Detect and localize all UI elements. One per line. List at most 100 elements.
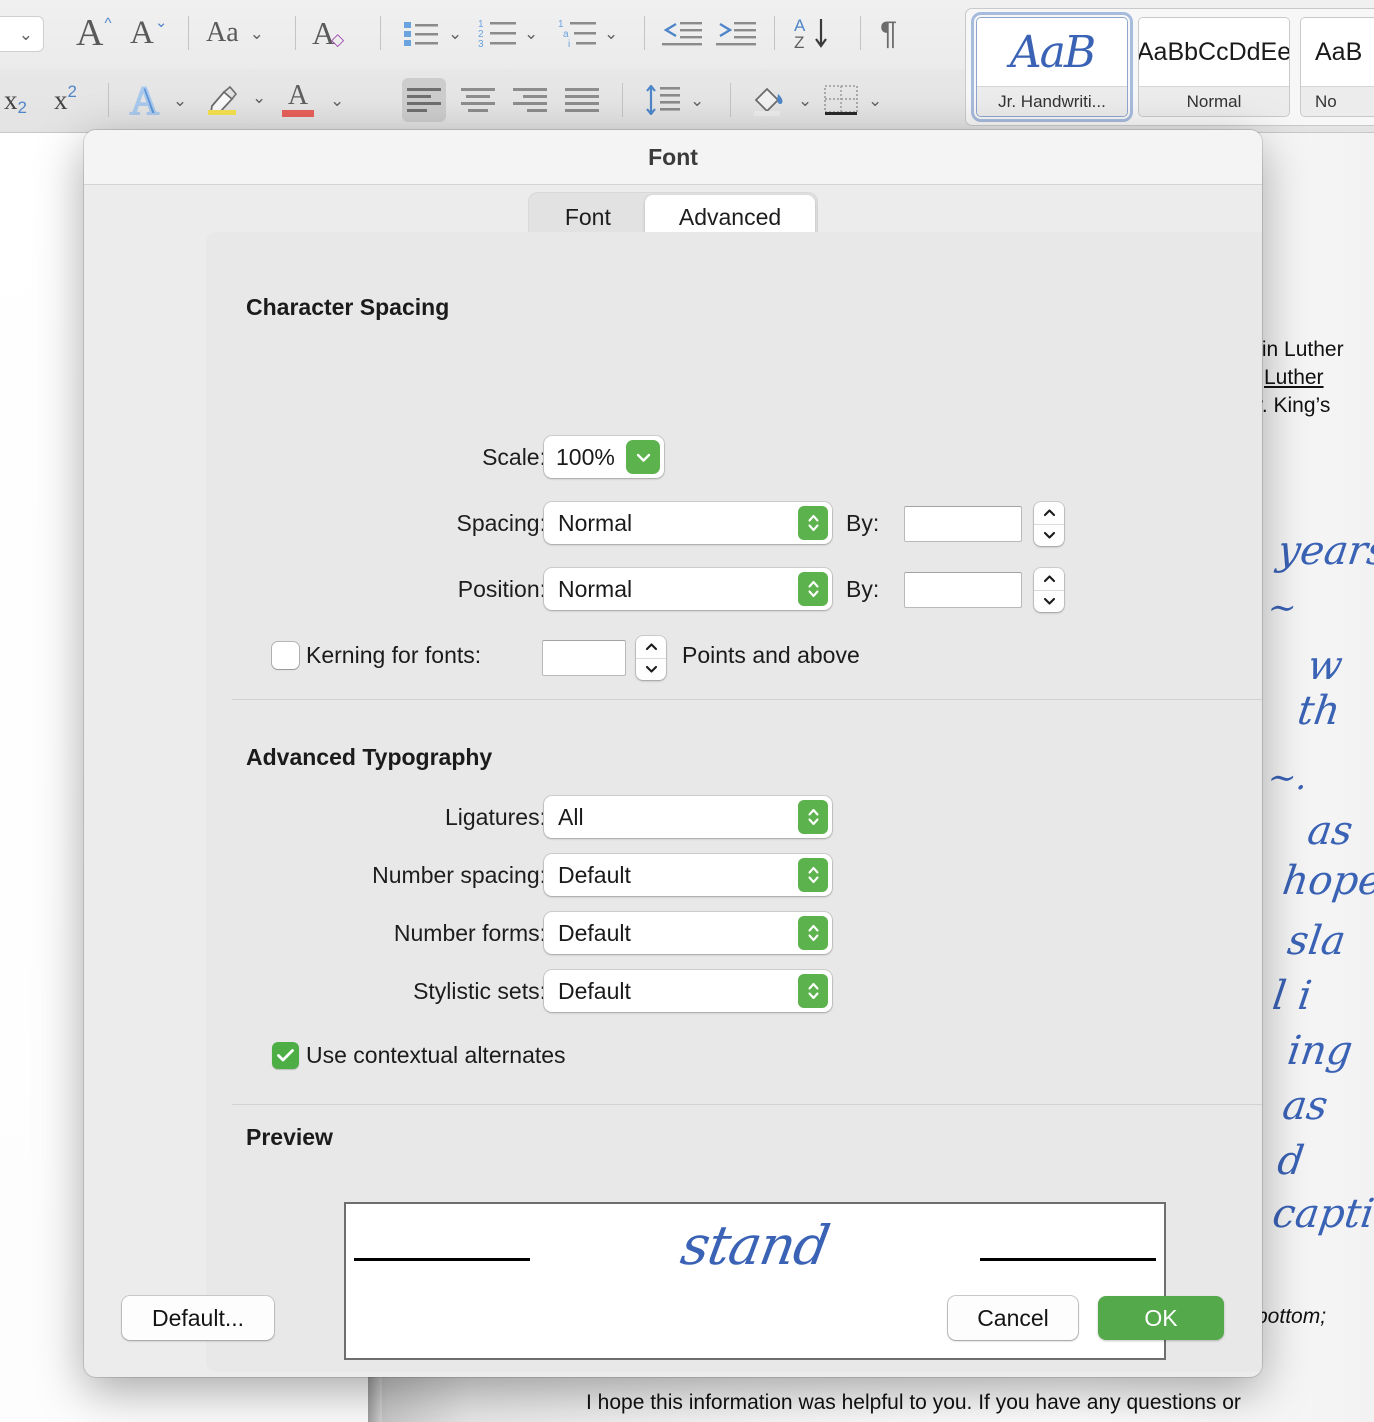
handwriting-fragment: sla (1284, 918, 1349, 964)
numbering-button[interactable]: 1 2 3 ⌄ (478, 9, 538, 57)
chevron-down-icon: ⌄ (330, 90, 345, 110)
handwriting-fragment: d (1274, 1138, 1307, 1184)
up-down-chevron-icon[interactable] (798, 506, 828, 540)
borders-icon (824, 85, 858, 115)
subscript-button[interactable]: x 2 (4, 76, 27, 124)
stepper-up-icon[interactable] (1034, 502, 1064, 525)
bullets-button[interactable]: ⌄ (404, 9, 462, 57)
number-forms-value: Default (558, 919, 631, 946)
change-case-icon: Aa (206, 17, 239, 48)
chevron-down-icon: ⌄ (690, 90, 705, 110)
stylistic-sets-value: Default (558, 977, 631, 1004)
chevron-down-icon[interactable] (626, 440, 660, 474)
kerning-label: Kerning for fonts: (306, 642, 482, 668)
font-color-icon: A (287, 80, 309, 112)
align-left-button[interactable] (402, 78, 446, 122)
highlight-icon (208, 85, 238, 115)
spacing-by-stepper[interactable] (1034, 502, 1064, 546)
ribbon-toolbar: ⌄ A ^ A ⌄ Aa ⌄ A ◇ ⌄ 1 2 3 ⌄ 1 a i ⌄ A Z… (0, 0, 1374, 133)
ok-button[interactable]: OK (1098, 1296, 1224, 1340)
stepper-down-icon[interactable] (1034, 591, 1064, 613)
sort-button[interactable]: A Z (794, 9, 838, 57)
align-center-button[interactable] (456, 78, 500, 122)
divider (622, 83, 623, 117)
handwriting-fragment: as (1304, 808, 1356, 854)
divider (295, 16, 296, 50)
clear-formatting-button[interactable]: A ◇ (312, 9, 344, 57)
preview-rule-right (980, 1258, 1156, 1261)
shrink-font-icon: A (130, 14, 154, 51)
font-color-button[interactable]: A ⌄ (282, 76, 344, 124)
chevron-down-icon: ⌄ (252, 88, 267, 107)
position-label: Position: (457, 576, 546, 602)
up-down-chevron-icon[interactable] (798, 916, 828, 950)
up-down-chevron-icon[interactable] (798, 572, 828, 606)
number-spacing-popup[interactable]: Default (544, 854, 832, 896)
up-down-chevron-icon[interactable] (798, 858, 828, 892)
kerning-stepper[interactable] (636, 636, 666, 680)
align-right-button[interactable] (508, 78, 552, 122)
chevron-down-icon: ⌄ (798, 90, 813, 110)
contextual-alternates-checkbox[interactable] (272, 1042, 299, 1069)
ligatures-value: All (558, 803, 584, 830)
style-card-normal[interactable]: AaBbCcDdEe Normal (1138, 17, 1290, 117)
style-preview: AaBbCcDdEe (1139, 18, 1289, 86)
style-card-no[interactable]: AaB No (1300, 17, 1374, 117)
position-by-input[interactable] (904, 572, 1022, 608)
font-dialog: Font Font Advanced Character Spacing Sca… (84, 130, 1262, 1377)
text-effects-button[interactable]: A ⌄ (129, 76, 187, 124)
scale-combobox[interactable]: 100% (544, 436, 664, 478)
spacing-by-input[interactable] (904, 506, 1022, 542)
highlight-button[interactable]: ⌄ (206, 76, 266, 124)
spacing-popup[interactable]: Normal (544, 502, 832, 544)
default-button[interactable]: Default... (122, 1296, 274, 1340)
grow-font-button[interactable]: A ^ (76, 9, 112, 57)
stepper-down-icon[interactable] (636, 659, 666, 681)
divider (232, 699, 1262, 700)
kerning-checkbox[interactable] (272, 642, 299, 669)
show-formatting-marks-button[interactable]: ¶ (880, 9, 897, 57)
up-down-chevron-icon[interactable] (798, 800, 828, 834)
style-name: Jr. Handwriti... (977, 86, 1127, 116)
stylistic-sets-popup[interactable]: Default (544, 970, 832, 1012)
increase-indent-button[interactable] (716, 9, 756, 57)
superscript-button[interactable]: x 2 (54, 76, 77, 124)
preview-sample-text: stand (676, 1214, 834, 1277)
doc-fragment-italic: bottom; (1256, 1305, 1327, 1328)
multilevel-list-button[interactable]: 1 a i ⌄ (558, 9, 618, 57)
number-spacing-label: Number spacing: (372, 862, 546, 888)
ligatures-popup[interactable]: All (544, 796, 832, 838)
number-forms-popup[interactable]: Default (544, 912, 832, 954)
styles-gallery[interactable]: AaB Jr. Handwriti... AaBbCcDdEe Normal A… (965, 8, 1374, 126)
screen: tin Luther Luther r. King’s years ∼ w th… (0, 0, 1374, 1422)
decrease-indent-icon (662, 22, 702, 46)
up-down-chevron-icon[interactable] (798, 974, 828, 1008)
stepper-up-icon[interactable] (1034, 568, 1064, 591)
doc-fragment-link[interactable]: Luther (1264, 366, 1324, 390)
position-by-stepper[interactable] (1034, 568, 1064, 612)
scale-label: Scale: (482, 444, 546, 470)
position-popup[interactable]: Normal (544, 568, 832, 610)
borders-button[interactable]: ⌄ (824, 76, 882, 124)
kerning-points-input[interactable] (542, 640, 626, 676)
multilevel-list-icon: 1 a i (558, 19, 596, 47)
cancel-button[interactable]: Cancel (948, 1296, 1078, 1340)
divider (644, 16, 645, 50)
grow-font-icon: A (76, 12, 104, 54)
style-card-jr-handwriting[interactable]: AaB Jr. Handwriti... (971, 12, 1133, 122)
divider (188, 16, 189, 50)
stepper-down-icon[interactable] (1034, 525, 1064, 547)
align-center-icon (461, 88, 495, 112)
line-spacing-button[interactable]: ⌄ (644, 76, 704, 124)
svg-text:Z: Z (794, 33, 804, 51)
change-case-button[interactable]: Aa ⌄ (206, 9, 264, 57)
shading-button[interactable]: ⌄ (752, 76, 812, 124)
stepper-up-icon[interactable] (636, 636, 666, 659)
scale-value: 100% (556, 443, 615, 470)
font-size-input[interactable]: ⌄ (0, 16, 44, 52)
kerning-suffix-label: Points and above (682, 642, 860, 668)
chevron-down-icon: ⌄ (868, 90, 883, 110)
justify-button[interactable] (560, 78, 604, 122)
shrink-font-button[interactable]: A ⌄ (130, 9, 167, 57)
decrease-indent-button[interactable] (662, 9, 702, 57)
